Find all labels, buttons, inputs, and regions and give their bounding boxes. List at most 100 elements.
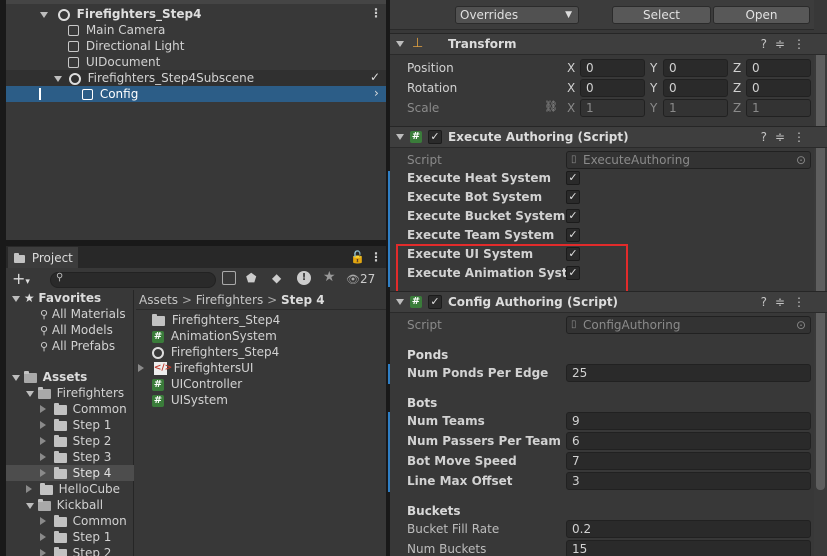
hierarchy-item-config-selected[interactable]: [6, 86, 386, 102]
favorite-item[interactable]: ⚲ All Models: [40, 322, 113, 338]
object-picker-icon[interactable]: ⊙: [796, 317, 806, 333]
more-menu-icon[interactable]: ⋮: [370, 6, 382, 20]
toggle-checkbox[interactable]: ✓: [566, 228, 580, 242]
file-item[interactable]: # AnimationSystem: [152, 328, 277, 344]
position-z-field[interactable]: 0: [746, 59, 811, 77]
num-teams-field[interactable]: 9: [566, 412, 811, 430]
file-item[interactable]: # UIController: [152, 376, 242, 392]
expand-arrow-icon[interactable]: [396, 41, 404, 47]
config-authoring-header[interactable]: # ✓ Config Authoring (Script) ?≑⋮: [390, 291, 827, 313]
hierarchy-item-config[interactable]: Config: [82, 86, 138, 102]
lock-icon[interactable]: 🔓: [350, 250, 365, 264]
scrollbar-thumb[interactable]: [816, 40, 825, 490]
hierarchy-item-uidocument[interactable]: UIDocument: [68, 54, 160, 70]
breadcrumb-item[interactable]: Step 4: [281, 293, 325, 307]
select-button[interactable]: Select: [612, 6, 711, 24]
folder-item[interactable]: Firefighters: [26, 385, 124, 401]
favorites-header[interactable]: ★ Favorites: [12, 290, 101, 306]
component-header-icons[interactable]: ?≑⋮: [761, 130, 813, 144]
breadcrumb-item[interactable]: Firefighters: [196, 293, 263, 307]
expand-arrow-icon[interactable]: [26, 391, 34, 397]
script-field[interactable]: ▯ ExecuteAuthoring ⊙: [566, 151, 811, 169]
file-item[interactable]: Firefighters_Step4: [152, 344, 279, 360]
component-header-icons[interactable]: ?≑⋮: [761, 295, 813, 309]
rotation-x-field[interactable]: 0: [580, 79, 645, 97]
favorite-item[interactable]: ⚲ All Materials: [40, 306, 126, 322]
expand-arrow-icon[interactable]: [12, 296, 20, 302]
file-item[interactable]: </> FirefightersUI: [138, 360, 253, 376]
folder-item[interactable]: HelloCube: [26, 481, 120, 497]
file-item[interactable]: Firefighters_Step4: [152, 312, 280, 328]
folder-item[interactable]: Kickball: [26, 497, 103, 513]
create-add-button[interactable]: +▾: [12, 271, 30, 289]
folder-item[interactable]: Step 3: [40, 449, 111, 465]
collapse-arrow-icon[interactable]: [138, 364, 144, 372]
num-passers-field[interactable]: 6: [566, 432, 811, 450]
open-button[interactable]: Open: [713, 6, 810, 24]
warning-filter-icon[interactable]: !: [297, 271, 311, 285]
transform-header[interactable]: ⊥ Transform ?≑⋮: [390, 33, 827, 55]
scale-x-field[interactable]: 1: [580, 99, 645, 117]
folder-item[interactable]: Common: [40, 513, 127, 529]
project-search-input[interactable]: ⚲: [50, 272, 216, 288]
collapse-arrow-icon[interactable]: [26, 485, 32, 493]
subscene-enabled-check-icon[interactable]: ✓: [370, 70, 380, 84]
favorite-item[interactable]: ⚲ All Prefabs: [40, 338, 115, 354]
position-y-field[interactable]: 0: [663, 59, 728, 77]
component-enabled-checkbox[interactable]: ✓: [428, 130, 442, 144]
breadcrumb-item[interactable]: Assets: [139, 293, 178, 307]
toggle-checkbox[interactable]: ✓: [566, 171, 580, 185]
collapse-arrow-icon[interactable]: [40, 533, 46, 541]
chevron-right-icon[interactable]: ›: [374, 86, 379, 100]
bot-speed-field[interactable]: 7: [566, 452, 811, 470]
bucket-fill-field[interactable]: 0.2: [566, 520, 811, 538]
expand-arrow-icon[interactable]: [396, 134, 404, 140]
folder-item[interactable]: Step 2: [40, 545, 111, 556]
toggle-checkbox[interactable]: ✓: [566, 209, 580, 223]
search-filter-icon[interactable]: [222, 271, 236, 285]
position-x-field[interactable]: 0: [580, 59, 645, 77]
label-tag-icon[interactable]: ◆: [272, 271, 281, 285]
overrides-dropdown[interactable]: Overrides ▼: [455, 6, 579, 24]
toggle-checkbox[interactable]: ✓: [566, 190, 580, 204]
constrain-proportions-link-icon[interactable]: ⛓: [544, 100, 558, 113]
folder-item[interactable]: Common: [40, 401, 127, 417]
collapse-arrow-icon[interactable]: [40, 469, 46, 477]
component-enabled-checkbox[interactable]: ✓: [428, 295, 442, 309]
collapse-arrow-icon[interactable]: [40, 421, 46, 429]
hierarchy-item-directional-light[interactable]: Directional Light: [68, 38, 185, 54]
collapse-arrow-icon[interactable]: [40, 453, 46, 461]
hierarchy-item-subscene[interactable]: Firefighters_Step4Subscene: [54, 70, 254, 86]
folder-item-selected[interactable]: Step 4: [40, 465, 111, 481]
tab-project[interactable]: Project: [8, 247, 78, 268]
rotation-z-field[interactable]: 0: [746, 79, 811, 97]
hierarchy-item-main-camera[interactable]: Main Camera: [68, 22, 165, 38]
scale-z-field[interactable]: 1: [746, 99, 811, 117]
num-ponds-field[interactable]: 25: [566, 364, 811, 382]
folder-item[interactable]: Step 1: [40, 417, 111, 433]
execute-authoring-header[interactable]: # ✓ Execute Authoring (Script) ?≑⋮: [390, 126, 827, 148]
file-item[interactable]: # UISystem: [152, 392, 228, 408]
expand-arrow-icon[interactable]: [40, 12, 48, 18]
collapse-arrow-icon[interactable]: [40, 549, 46, 556]
more-menu-icon[interactable]: ⋮: [370, 250, 382, 264]
folder-item[interactable]: Step 2: [40, 433, 111, 449]
hierarchy-item-scene[interactable]: Firefighters_Step4: [40, 6, 386, 22]
rotation-y-field[interactable]: 0: [663, 79, 728, 97]
num-buckets-field[interactable]: 15: [566, 540, 811, 556]
scale-y-field[interactable]: 1: [663, 99, 728, 117]
collapse-arrow-icon[interactable]: [40, 437, 46, 445]
script-field[interactable]: ▯ ConfigAuthoring ⊙: [566, 316, 811, 334]
assets-root[interactable]: Assets: [12, 369, 87, 385]
expand-arrow-icon[interactable]: [12, 375, 20, 381]
collapse-arrow-icon[interactable]: [40, 517, 46, 525]
line-offset-field[interactable]: 3: [566, 472, 811, 490]
expand-arrow-icon[interactable]: [26, 503, 34, 509]
collapse-arrow-icon[interactable]: [40, 405, 46, 413]
hidden-packages-toggle[interactable]: 👁27: [346, 272, 375, 286]
folder-item[interactable]: Step 1: [40, 529, 111, 545]
expand-arrow-icon[interactable]: [396, 299, 404, 305]
object-picker-icon[interactable]: ⊙: [796, 152, 806, 168]
component-header-icons[interactable]: ?≑⋮: [761, 37, 813, 51]
filter-type-icon[interactable]: ⬟: [246, 271, 256, 285]
